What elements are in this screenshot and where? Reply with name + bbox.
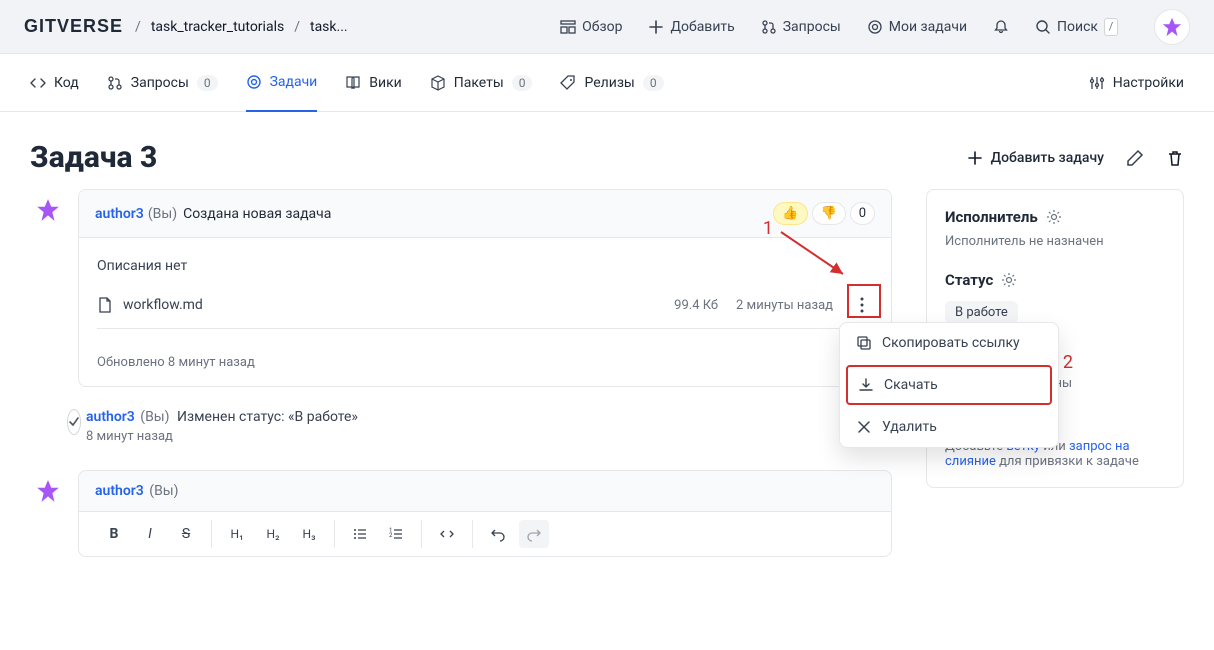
comment-header: author3 (Вы)	[78, 470, 892, 512]
tab-settings[interactable]: Настройки	[1089, 54, 1184, 112]
page-title: Задача 3	[30, 140, 157, 175]
search-kbd: /	[1104, 18, 1118, 36]
gear-icon[interactable]	[1001, 272, 1017, 288]
star-icon	[35, 197, 61, 223]
pull-request-icon	[761, 19, 777, 35]
kebab-icon	[860, 297, 864, 313]
star-icon	[1161, 16, 1183, 38]
event-check-icon	[67, 409, 81, 435]
tab-tasks[interactable]: Задачи	[246, 54, 318, 112]
file-icon	[97, 297, 113, 313]
comment-author[interactable]: author3	[95, 483, 144, 499]
event-when: 8 минут назад	[86, 429, 358, 444]
sidebar-assignee-h: Исполнитель	[945, 208, 1038, 226]
comment-avatar	[30, 470, 66, 504]
undo-button[interactable]	[483, 520, 513, 548]
sliders-icon	[1089, 75, 1105, 91]
pull-request-icon	[107, 75, 123, 91]
event-author[interactable]: author3	[86, 409, 135, 425]
gear-icon[interactable]	[1046, 209, 1062, 225]
menu-copy-link[interactable]: Скопировать ссылку	[840, 323, 1058, 363]
assignee-empty: Исполнитель не назначен	[945, 234, 1165, 249]
breadcrumb-owner[interactable]: task_tracker_tutorials	[151, 19, 284, 35]
attachment-size: 99.4 Кб	[674, 298, 718, 313]
code-icon	[30, 75, 46, 91]
italic-button[interactable]: I	[135, 520, 165, 548]
releases-count: 0	[643, 75, 664, 91]
ul-button[interactable]	[345, 520, 375, 548]
tab-code[interactable]: Код	[30, 54, 79, 112]
event-text: Изменен статус: «В работе»	[177, 409, 358, 425]
react-count[interactable]: 0	[850, 202, 875, 225]
packages-count: 0	[512, 75, 533, 91]
logo[interactable]: GITVERSE	[24, 16, 123, 37]
issue-card: author3 (Вы) Создана новая задача 👍 👎 0 …	[78, 189, 892, 387]
x-icon	[856, 419, 872, 435]
app-header: GITVERSE / task_tracker_tutorials / task…	[0, 0, 1214, 54]
nav-overview[interactable]: Обзор	[560, 19, 622, 35]
package-icon	[430, 75, 446, 91]
search-icon	[1035, 19, 1051, 35]
attachment-when: 2 минуты назад	[736, 298, 833, 313]
nav-requests[interactable]: Запросы	[761, 19, 841, 35]
attachment-menu: Скопировать ссылку Скачать Удалить	[839, 322, 1059, 448]
strike-button[interactable]: S	[171, 520, 201, 548]
you-badge: (Вы)	[148, 206, 177, 222]
created-text: Создана новая задача	[183, 206, 331, 222]
author-link[interactable]: author3	[95, 206, 144, 222]
target-icon	[867, 19, 883, 35]
breadcrumb: / task_tracker_tutorials / task...	[135, 19, 348, 35]
ol-button[interactable]: 12	[381, 520, 411, 548]
redo-button[interactable]	[519, 520, 549, 548]
add-task-button[interactable]: Добавить задачу	[967, 150, 1104, 166]
bold-button[interactable]: B	[99, 520, 129, 548]
edit-button[interactable]	[1126, 149, 1144, 167]
updated-text: Обновлено 8 минут назад	[79, 343, 891, 386]
breadcrumb-repo[interactable]: task...	[310, 19, 348, 35]
title-bar: Задача 3 Добавить задачу	[0, 112, 1214, 189]
empty-description: Описания нет	[97, 258, 873, 274]
copy-icon	[856, 335, 872, 351]
menu-delete[interactable]: Удалить	[840, 407, 1058, 447]
author-avatar	[30, 189, 66, 223]
nav-add[interactable]: Добавить	[648, 19, 734, 35]
editor-toolbar: B I S H₁ H₂ H₃ 12	[78, 512, 892, 557]
attachment-name[interactable]: workflow.md	[123, 297, 203, 313]
book-icon	[345, 75, 361, 91]
target-icon	[246, 74, 262, 90]
notifications[interactable]	[993, 19, 1009, 35]
tab-wiki[interactable]: Вики	[345, 54, 401, 112]
bell-icon	[993, 19, 1009, 35]
attachment-menu-button[interactable]	[851, 294, 873, 316]
status-badge[interactable]: В работе	[945, 301, 1018, 324]
h2-button[interactable]: H₂	[258, 520, 288, 548]
tab-requests[interactable]: Запросы 0	[107, 54, 218, 112]
layout-icon	[560, 19, 576, 35]
requests-count: 0	[197, 75, 218, 91]
react-thumbs-up[interactable]: 👍	[773, 202, 807, 225]
download-icon	[858, 377, 874, 393]
h3-button[interactable]: H₃	[294, 520, 324, 548]
nav-mytasks[interactable]: Мои задачи	[867, 19, 967, 35]
delete-button[interactable]	[1166, 149, 1184, 167]
svg-text:2: 2	[389, 532, 393, 539]
menu-download[interactable]: Скачать	[846, 365, 1052, 405]
plus-icon	[648, 19, 664, 35]
react-thumbs-down[interactable]: 👎	[812, 202, 846, 225]
attachment-row: workflow.md 99.4 Кб 2 минуты назад	[97, 282, 873, 329]
codeblock-button[interactable]	[432, 520, 462, 548]
repo-tabs: Код Запросы 0 Задачи Вики Пакеты 0 Релиз…	[0, 54, 1214, 112]
tag-icon	[560, 75, 576, 91]
plus-icon	[967, 150, 983, 166]
tab-releases[interactable]: Релизы 0	[560, 54, 663, 112]
sidebar-status-h: Статус	[945, 271, 993, 289]
nav-search[interactable]: Поиск /	[1035, 18, 1118, 36]
tab-packages[interactable]: Пакеты 0	[430, 54, 533, 112]
avatar[interactable]	[1154, 9, 1190, 45]
h1-button[interactable]: H₁	[222, 520, 252, 548]
